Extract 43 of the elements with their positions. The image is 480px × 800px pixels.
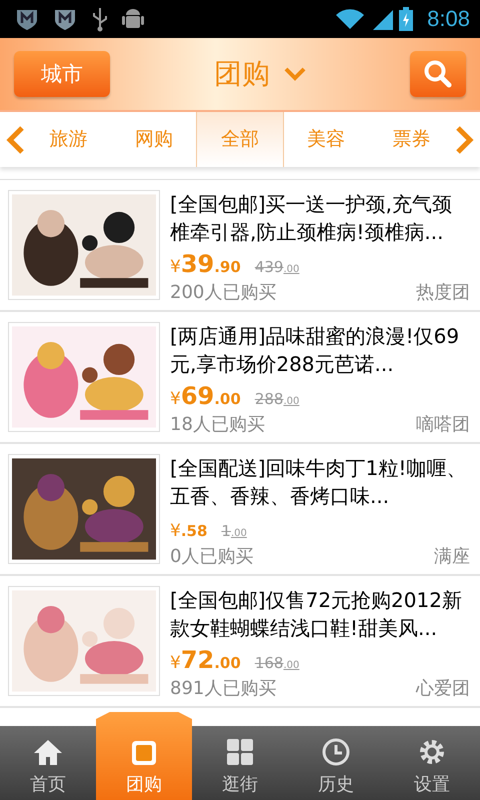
grid-icon bbox=[226, 738, 254, 766]
deal-price: ¥39.90 bbox=[170, 250, 241, 278]
nav-tab[interactable]: 设置 bbox=[384, 726, 480, 800]
nav-tab[interactable]: 首页 bbox=[0, 726, 96, 800]
deal-source: 心爱团 bbox=[416, 677, 470, 700]
original-price: 439.00 bbox=[254, 258, 300, 276]
deal-title: [全国包邮]仅售72元抢购2012新款女鞋蝴蝶结浅口鞋!甜美风... bbox=[170, 587, 463, 642]
nav-tab[interactable]: 逛街 bbox=[192, 726, 288, 800]
settings-icon bbox=[418, 738, 446, 766]
chevron-right-icon[interactable] bbox=[454, 126, 474, 154]
deal-source: 热度团 bbox=[416, 281, 470, 304]
original-price: 168.00 bbox=[254, 654, 300, 672]
battery-icon bbox=[399, 7, 414, 31]
sold-count: 891人已购买 bbox=[170, 677, 276, 700]
chevron-left-icon[interactable] bbox=[6, 126, 26, 154]
deal-item[interactable]: [全国包邮]仅售72元抢购2012新款女鞋蝴蝶结浅口鞋!甜美风... ¥72.00 168.00 891人已购买 心爱团 bbox=[0, 576, 480, 708]
deal-price: ¥.58 bbox=[170, 520, 208, 542]
deal-title: [两店通用]品味甜蜜的浪漫!仅69元,享市场价288元芭诺... bbox=[170, 323, 460, 378]
signal-icon bbox=[371, 8, 394, 30]
clock-time: 8:08 bbox=[427, 6, 470, 32]
original-price: 288.00 bbox=[254, 390, 300, 408]
sold-count: 0人已购买 bbox=[170, 545, 254, 568]
chevron-down-icon[interactable] bbox=[284, 67, 306, 81]
square-icon bbox=[131, 740, 157, 766]
search-button[interactable] bbox=[410, 51, 466, 97]
original-price: 1.00 bbox=[221, 522, 247, 540]
search-icon bbox=[423, 59, 453, 89]
deal-title: [全国包邮]买一送一护颈,充气颈椎牵引器,防止颈椎病!颈椎病... bbox=[170, 191, 453, 246]
home-icon bbox=[33, 738, 63, 766]
wifi-icon bbox=[335, 8, 366, 30]
sold-count: 18人已购买 bbox=[170, 413, 265, 436]
clock-icon bbox=[322, 738, 350, 766]
deal-source: 满座 bbox=[434, 545, 470, 568]
usb-icon bbox=[90, 6, 110, 32]
deal-item[interactable]: [全国配送]回味牛肉丁1粒!咖喱、五香、香辣、香烤口味... ¥.58 1.00 0人已购买 满座 bbox=[0, 444, 480, 576]
deal-item[interactable]: [全国包邮]买一送一护颈,充气颈椎牵引器,防止颈椎病!颈椎病... ¥39.90 439.00 200人已购买 热度团 bbox=[0, 180, 480, 312]
deal-source: 嘀嗒团 bbox=[416, 413, 470, 436]
deal-item[interactable]: [两店通用]品味甜蜜的浪漫!仅69元,享市场价288元芭诺... ¥69.00 288.00 18人已购买 嘀嗒团 bbox=[0, 312, 480, 444]
deal-price: ¥72.00 bbox=[170, 646, 241, 674]
deal-price: ¥69.00 bbox=[170, 382, 241, 410]
sold-count: 200人已购买 bbox=[170, 281, 276, 304]
deal-title: [全国配送]回味牛肉丁1粒!咖喱、五香、香辣、香烤口味... bbox=[170, 455, 468, 510]
nav-tab[interactable]: 历史 bbox=[288, 726, 384, 800]
